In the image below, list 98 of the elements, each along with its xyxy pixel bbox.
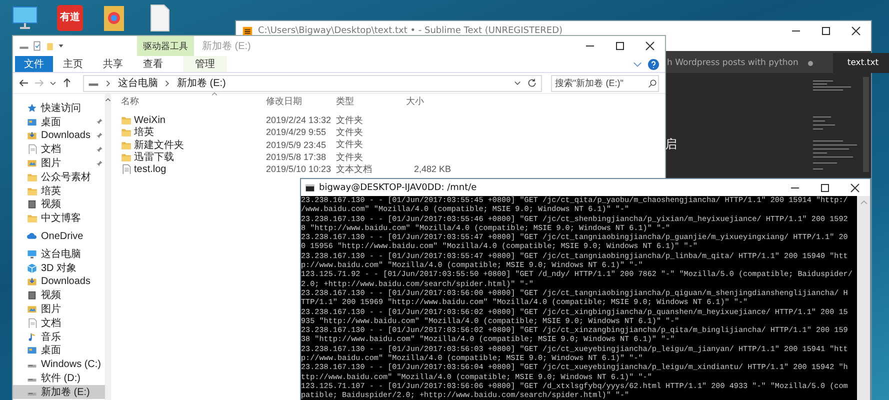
checklist-icon[interactable] [32,41,42,51]
chevron-right-icon [105,80,112,86]
file-menu-button[interactable]: 文件 [15,56,53,72]
nav-item[interactable]: 这台电脑 [13,246,105,261]
table-cell-text: 文件夹 [336,138,364,152]
app-icon[interactable]: 有道 [57,5,83,31]
caret-icon[interactable] [58,43,64,49]
video-icon [27,290,37,300]
nav-item[interactable]: 桌面 [13,114,105,129]
refresh-icon[interactable] [527,78,537,88]
breadcrumb-item[interactable]: 这台电脑 [118,76,158,90]
nav-item[interactable]: 视频 [13,288,105,302]
file-name[interactable]: test.log [134,164,166,175]
window-title: 新加卷 (E:) [201,40,252,54]
ribbon-tab[interactable]: 共享 [93,56,133,72]
star-icon [27,102,37,113]
editor-tab[interactable]: text.txt [833,53,889,73]
up-arrow-icon[interactable] [62,78,72,88]
folder-icon [121,152,131,162]
editor-tab[interactable]: h Wordpress posts with python [665,53,824,73]
nav-item[interactable]: Downloads [13,274,105,288]
file-name[interactable]: 培英 [134,125,154,140]
table-cell-text: 2019/4/29 9:55 [266,127,328,138]
folder-icon [121,115,131,126]
scrollbar[interactable] [863,77,869,172]
search-icon [648,78,657,88]
window-title: bigway@DESKTOP-IJAV0DD: /mnt/e [319,182,478,192]
file-name[interactable]: 迅雷下载 [134,150,174,164]
download-icon [27,130,37,140]
table-cell-text: 文件夹 [336,150,364,164]
chevron-down-icon[interactable] [514,80,521,86]
file-name[interactable]: 新建文件夹 [134,138,184,152]
folder-icon [27,213,37,224]
context-tab-header: 驱动器工具 [143,40,188,52]
cube-icon [27,262,37,273]
picture-icon [27,304,37,314]
scrollbar[interactable] [857,196,870,400]
nav-item[interactable]: 新加卷 (E:) [13,384,105,399]
table-cell-text: 文件夹 [336,114,364,127]
chevron-down-icon[interactable] [49,79,57,87]
nav-item[interactable]: Windows (C:) [13,357,105,372]
column-header[interactable]: 类型 [336,94,406,108]
document-icon [27,318,37,328]
table-cell-text: 2019/5/9 23:45 [266,140,328,150]
terminal-icon [305,182,315,192]
nav-item[interactable]: 图片 [13,156,105,170]
table-cell-text: 2019/5/10 10:23 [266,164,332,174]
desktop-icon [27,345,37,356]
table-cell-text: 2019/5/8 17:38 [266,152,328,162]
nav-item[interactable]: 培英 [13,184,105,198]
scrollbar[interactable] [105,94,111,400]
nav-item[interactable]: OneDrive [13,229,105,243]
download-icon [27,276,37,286]
nav-item[interactable]: 快速访问 [13,101,105,115]
nav-item[interactable]: 音乐 [13,330,105,344]
nav-item[interactable]: 软件 (D:) [13,371,105,385]
computer-icon [27,248,37,259]
nav-item[interactable]: 视频 [13,198,105,212]
chevron-down-icon[interactable] [633,60,642,68]
column-header[interactable]: 名称 [116,94,266,108]
chevron-right-icon [164,80,171,86]
nav-item[interactable]: 3D 对象 [13,260,105,275]
file-name[interactable]: WeiXin [134,114,166,126]
nav-item[interactable]: Downloads [13,128,105,142]
document-icon [121,164,131,174]
folder-icon [121,140,131,150]
folder-icon [27,186,37,196]
app-logo-text: 有道 [60,13,80,23]
table-cell-text: 2,482 KB [412,164,451,174]
breadcrumb-item[interactable]: 新加卷 (E:) [177,76,226,90]
nav-item[interactable]: 桌面 [13,344,105,358]
cloud-icon [27,231,37,242]
nav-item[interactable]: 中文博客 [13,211,105,226]
video-icon [27,199,37,210]
column-header[interactable]: 修改日期 [266,94,336,108]
nav-item[interactable]: 文档 [13,142,105,156]
picture-icon [27,158,37,168]
ribbon-tab[interactable]: 查看 [133,56,173,72]
nav-item[interactable]: 文档 [13,316,105,330]
folder-icon [27,172,37,182]
folder-icon [121,127,131,138]
address-bar[interactable]: 这台电脑 新加卷 (E:) [83,74,542,92]
help-icon[interactable] [648,58,659,70]
nav-item[interactable]: 图片 [13,302,105,316]
editor-text: 启 [665,137,677,151]
column-header[interactable]: 大小 [406,94,451,108]
sort-caret-icon [211,92,218,96]
search-field[interactable]: 搜索"新加卷 (E:)" [551,74,659,92]
back-arrow-icon[interactable] [19,78,29,88]
table-cell-text: 2019/2/24 13:32 [266,115,332,126]
table-cell-text: 文本文档 [336,162,373,176]
desktop-icon [27,116,37,127]
table-cell-text: 文件夹 [336,126,364,139]
music-note-icon [27,332,37,342]
ribbon-tab[interactable]: 主页 [53,56,93,72]
window-title: C:\Users\Bigway\Desktop\text.txt • - Sublime Text (UNREGISTERED) [258,26,564,36]
document-icon [27,144,37,154]
nav-item[interactable]: 公众号素材 [13,170,105,184]
